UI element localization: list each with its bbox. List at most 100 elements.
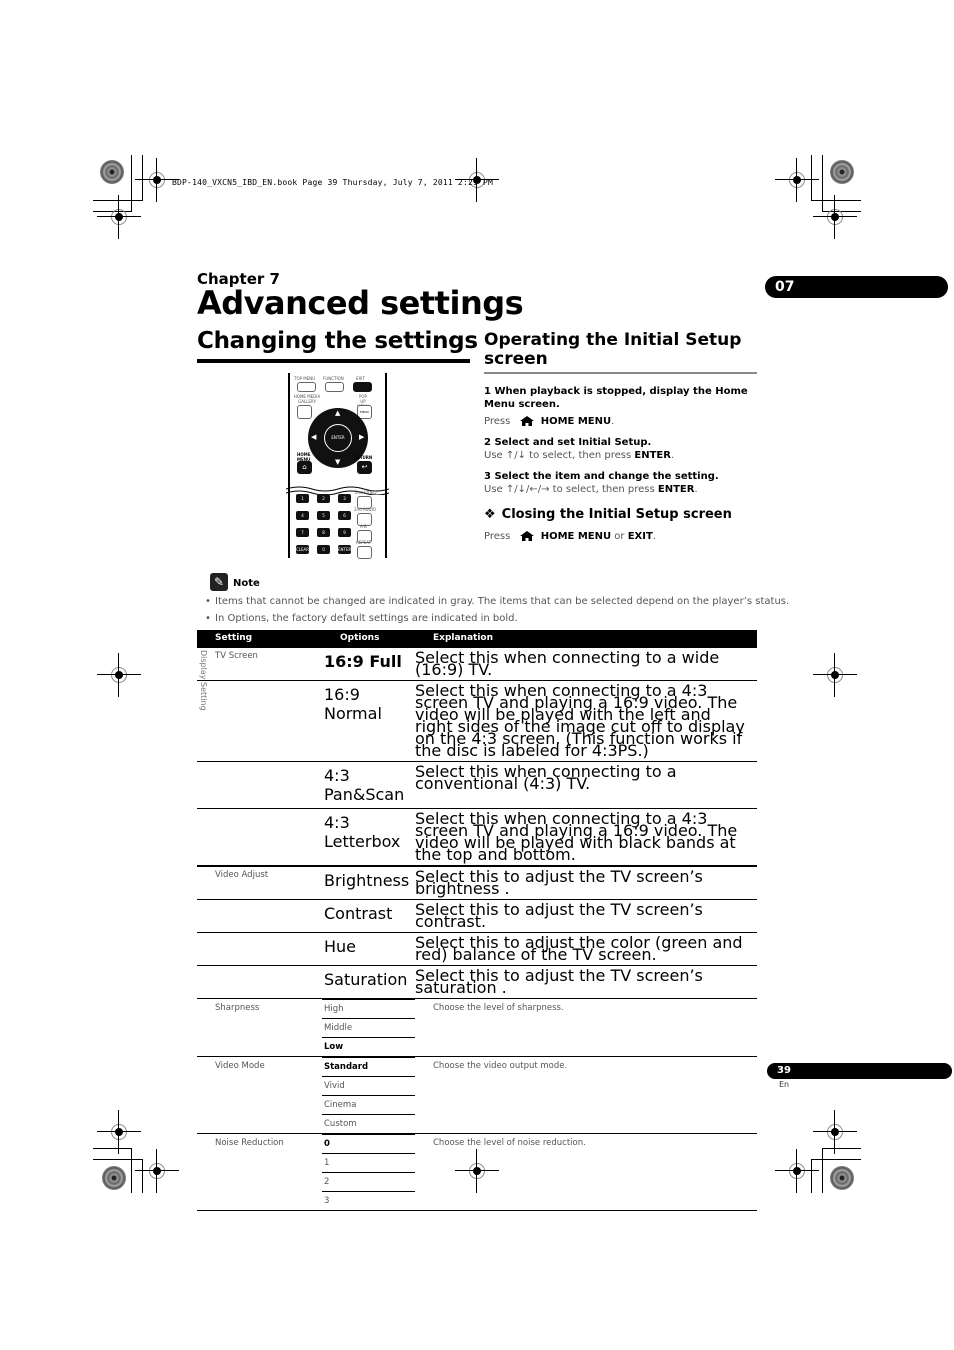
color-target-icon [830, 160, 854, 184]
table-row: 3 [197, 1191, 757, 1210]
registration-mark-icon [97, 1110, 141, 1154]
crop-line [811, 1159, 861, 1160]
step-text: or [611, 531, 628, 542]
setting-group: Video Adjust Brightness Select this to adj… [197, 866, 757, 999]
note-item: • Items that cannot be changed are indica… [205, 596, 790, 607]
step-text: . [611, 416, 615, 427]
setting-cell [197, 933, 322, 965]
option-cell: Standard [322, 1057, 415, 1076]
setting-cell [197, 1191, 322, 1210]
option-cell: Vivid [322, 1076, 415, 1095]
setting-cell [197, 809, 322, 865]
option-list: Choose the video output mode. Standard Viv… [197, 1057, 757, 1133]
table-row: 1 [197, 1153, 757, 1172]
arrow-right-icon: ▶ [359, 433, 365, 441]
setting-cell [197, 1172, 322, 1191]
registration-mark-icon [97, 195, 141, 239]
option-cell: High [322, 999, 415, 1018]
explanation-cell: Choose the level of sharpness. [433, 1003, 564, 1013]
registration-mark-icon [135, 158, 179, 202]
remote-label: TOP MENU [294, 376, 316, 381]
step-3-body: Use ↑/↓/←/→ to select, then press ENTER. [484, 484, 698, 495]
remote-label: FUNCTION [323, 376, 344, 381]
top-menu-button [297, 382, 316, 392]
closing-heading: ❖ Closing the Initial Setup screen [484, 507, 732, 522]
crop-line [131, 1148, 132, 1193]
note-pencil-icon: ✎ [210, 573, 228, 591]
home-icon [519, 531, 534, 541]
repeat-button [357, 546, 372, 559]
registration-mark-icon [813, 195, 857, 239]
setting-cell [197, 1114, 322, 1133]
step-text: Press [484, 416, 511, 427]
table-row: Vivid [197, 1076, 757, 1095]
table-row: Custom [197, 1114, 757, 1133]
table-row: Saturation Select this to adjust the TV s… [197, 965, 757, 998]
option-cell: Hue [324, 937, 357, 956]
explanation-cell: Select this to adjust the TV screen’s co… [415, 900, 703, 931]
crop-line [93, 1159, 143, 1160]
step-text: . [652, 531, 656, 542]
option-cell: Brightness [324, 871, 410, 890]
note-text: In Options, the factory default settings… [215, 613, 518, 624]
table-row: 2 [197, 1172, 757, 1191]
registration-mark-icon [775, 1149, 819, 1193]
option-cell: 1 [322, 1153, 415, 1172]
setting-cell [197, 966, 322, 998]
remote-label: MENU [360, 410, 369, 414]
crop-line [811, 200, 861, 201]
table-row: Brightness Select this to adjust the TV s… [197, 866, 757, 899]
page-number: 39 [767, 1063, 952, 1079]
remote-label: RETURN [354, 455, 373, 460]
step-key: EXIT [627, 531, 653, 542]
setting-name: Video Adjust [215, 870, 269, 880]
step-2-body: Use ↑/↓ to select, then press ENTER. [484, 450, 674, 461]
explanation-cell: Select this to adjust the TV screen’s sa… [415, 966, 703, 997]
number-key: 1 [296, 494, 309, 503]
step-text: . [694, 484, 698, 495]
step-1-heading: 1 When playback is stopped, display the … [484, 386, 748, 410]
setting-group: Video Mode Choose the video output mode. S… [197, 1057, 757, 1134]
table-row: Hue Select this to adjust the color (gree… [197, 932, 757, 965]
crop-line [131, 155, 132, 212]
registration-mark-icon [97, 653, 141, 697]
number-key: 3 [338, 494, 351, 503]
subsection-title: Operating the Initial Setup screen [484, 330, 742, 369]
step-text: . [670, 450, 675, 461]
chapter-tab: 07 [765, 276, 948, 298]
setting-cell [197, 1018, 322, 1037]
remote-label: EXIT [356, 376, 365, 381]
option-cell: Custom [322, 1114, 415, 1133]
step-1-body: Press HOME MENU. [484, 416, 614, 427]
option-cell: 4:3 Letterbox [324, 813, 401, 851]
explanation-cell: Choose the video output mode. [433, 1061, 568, 1071]
remote-label: 2nd VIDEO [355, 490, 377, 495]
remote-label: A-B [360, 524, 367, 529]
setting-cell [197, 681, 322, 761]
setting-cell [197, 1076, 322, 1095]
step-2-heading: 2 Select and set Initial Setup. [484, 437, 652, 448]
crop-line [93, 1148, 132, 1149]
setting-cell [197, 1153, 322, 1172]
number-key: 2 [317, 494, 330, 503]
setting-cell [197, 1095, 322, 1114]
home-menu-button: ⌂ [297, 461, 312, 474]
registration-mark-icon [775, 158, 819, 202]
setting-cell [197, 900, 322, 932]
arrow-down-icon: ▼ [335, 458, 341, 466]
column-header: Explanation [433, 633, 494, 643]
crop-line [822, 1148, 861, 1149]
number-key: 7 [296, 528, 309, 537]
setting-cell [197, 1057, 322, 1076]
print-header: BDP-140_VXCN5_IBD_EN.book Page 39 Thursd… [172, 178, 494, 187]
crop-line [811, 1159, 812, 1193]
column-header: Options [340, 633, 380, 643]
option-cell: Middle [322, 1018, 415, 1037]
registration-mark-icon [813, 1110, 857, 1154]
remote-label: HOME MEDIA GALLERY [293, 394, 321, 404]
setting-cell [197, 1037, 322, 1056]
table-row: 4:3 Pan&Scan Select this when connecting … [197, 761, 757, 808]
home-media-gallery-button [297, 405, 312, 419]
step-key: HOME MENU [540, 416, 612, 427]
subsection-rule [484, 372, 757, 374]
